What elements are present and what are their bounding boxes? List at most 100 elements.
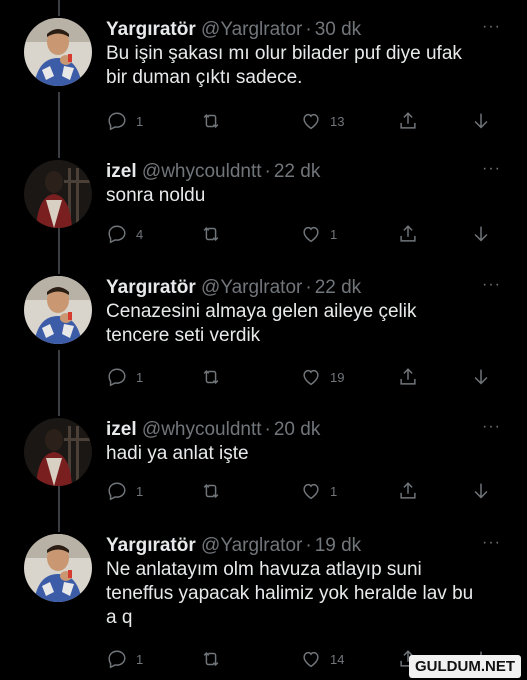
reply-count: 4 [136,226,144,242]
avatar[interactable] [24,160,92,228]
like-button[interactable]: 14 [300,646,344,672]
share-icon [400,368,416,385]
boy-avatar-image [24,534,92,602]
display-name[interactable]: Yargıratör [106,277,196,298]
tweet-text-line: sonra noldu [106,185,206,206]
timestamp[interactable]: 22 dk [315,277,361,298]
user-handle[interactable]: @Yarglrator [201,277,302,298]
tweet[interactable]: izel @whycouldntt · 22 dk ··· sonra noldu … [0,160,527,260]
user-handle[interactable]: @whycouldntt [142,419,262,440]
heart-icon [303,369,319,386]
tweet-actions: 1 1 [106,478,496,504]
separator-dot: · [264,161,271,182]
reply-button[interactable]: 1 [106,646,143,672]
tweet[interactable]: izel @whycouldntt · 20 dk ··· hadi ya anla… [0,418,527,518]
display-name[interactable]: izel [106,161,137,182]
reply-button[interactable]: 1 [106,108,143,134]
arrow-down-icon [474,483,488,499]
retweet-icon [203,114,219,128]
tweet-header: Yargıratör @Yarglrator · 22 dk [106,276,361,300]
tweet[interactable]: Yargıratör @Yarglrator · 22 dk ··· Cenazes… [0,276,527,396]
retweet-icon [203,484,219,498]
reply-button[interactable]: 1 [106,364,143,390]
tweet-actions: 1 13 [106,108,496,134]
more-options-icon[interactable]: ··· [482,418,501,436]
avatar[interactable] [24,418,92,486]
avatar[interactable] [24,18,92,86]
more-options-icon[interactable]: ··· [482,276,501,294]
display-name[interactable]: Yargıratör [106,19,196,40]
arrow-down-icon [474,113,488,129]
retweet-button[interactable] [200,646,222,672]
reply-button[interactable]: 4 [106,221,143,247]
bookmark-button[interactable] [470,108,492,134]
separator-dot: · [264,419,271,440]
timestamp[interactable]: 19 dk [315,535,361,556]
more-options-icon[interactable]: ··· [482,160,501,178]
arrow-down-icon [474,369,488,385]
reply-icon [108,368,126,387]
tweet-text: Bu işin şakası mı olur bilader puf diye … [106,42,501,90]
more-options-icon[interactable]: ··· [482,534,501,552]
retweet-button[interactable] [200,221,222,247]
tweet-text: sonra noldu [106,184,501,208]
retweet-icon [203,370,219,384]
retweet-icon [203,227,219,241]
user-handle[interactable]: @Yarglrator [201,19,302,40]
retweet-button[interactable] [200,108,222,134]
like-button[interactable]: 19 [300,364,344,390]
share-button[interactable] [397,108,419,134]
tweet-actions: 4 1 [106,221,496,247]
heart-icon [303,483,319,500]
retweet-button[interactable] [200,478,222,504]
like-button[interactable]: 13 [300,108,344,134]
timestamp[interactable]: 22 dk [274,161,320,182]
like-button[interactable]: 1 [300,478,337,504]
tweet-header: Yargıratör @Yarglrator · 19 dk [106,534,361,558]
dark-avatar-image [24,160,92,228]
bookmark-button[interactable] [470,478,492,504]
like-count: 13 [330,113,345,129]
display-name[interactable]: Yargıratör [106,535,196,556]
user-handle[interactable]: @whycouldntt [142,161,262,182]
share-icon [400,482,416,499]
share-icon [400,225,416,242]
share-icon [400,112,416,129]
tweet-header: izel @whycouldntt · 20 dk [106,418,320,442]
avatar[interactable] [24,276,92,344]
like-button[interactable]: 1 [300,221,337,247]
tweet-text-line: Cenazesini almaya gelen aileye çelik [106,301,417,322]
timestamp[interactable]: 20 dk [274,419,320,440]
tweet-header: Yargıratör @Yarglrator · 30 dk [106,18,361,42]
tweet-actions: 1 19 [106,364,496,390]
more-options-icon[interactable]: ··· [482,18,501,36]
separator-dot: · [305,535,312,556]
like-count: 19 [330,369,345,385]
reply-icon [108,650,126,669]
retweet-icon [203,652,219,666]
reply-count: 1 [136,113,144,129]
dark-avatar-image [24,418,92,486]
reply-icon [108,112,126,131]
avatar[interactable] [24,534,92,602]
reply-icon [108,482,126,501]
reply-icon [108,225,126,244]
retweet-button[interactable] [200,364,222,390]
share-button[interactable] [397,364,419,390]
like-count: 14 [330,651,345,667]
tweet-text: Cenazesini almaya gelen aileye çelik ten… [106,300,501,348]
tweet[interactable]: Yargıratör @Yarglrator · 30 dk ··· Bu işin… [0,18,527,138]
bookmark-button[interactable] [470,221,492,247]
display-name[interactable]: izel [106,419,137,440]
reply-button[interactable]: 1 [106,478,143,504]
share-button[interactable] [397,221,419,247]
reply-count: 1 [136,483,144,499]
tweet-text-line: Bu işin şakası mı olur bilader puf diye … [106,43,462,64]
tweet-text-line: bir duman çıktı sadece. [106,67,303,88]
boy-avatar-image [24,276,92,344]
share-button[interactable] [397,478,419,504]
user-handle[interactable]: @Yarglrator [201,535,302,556]
bookmark-button[interactable] [470,364,492,390]
timestamp[interactable]: 30 dk [315,19,361,40]
tweet-text-line: teneffus yapacak halimiz yok heralde lav… [106,583,474,604]
